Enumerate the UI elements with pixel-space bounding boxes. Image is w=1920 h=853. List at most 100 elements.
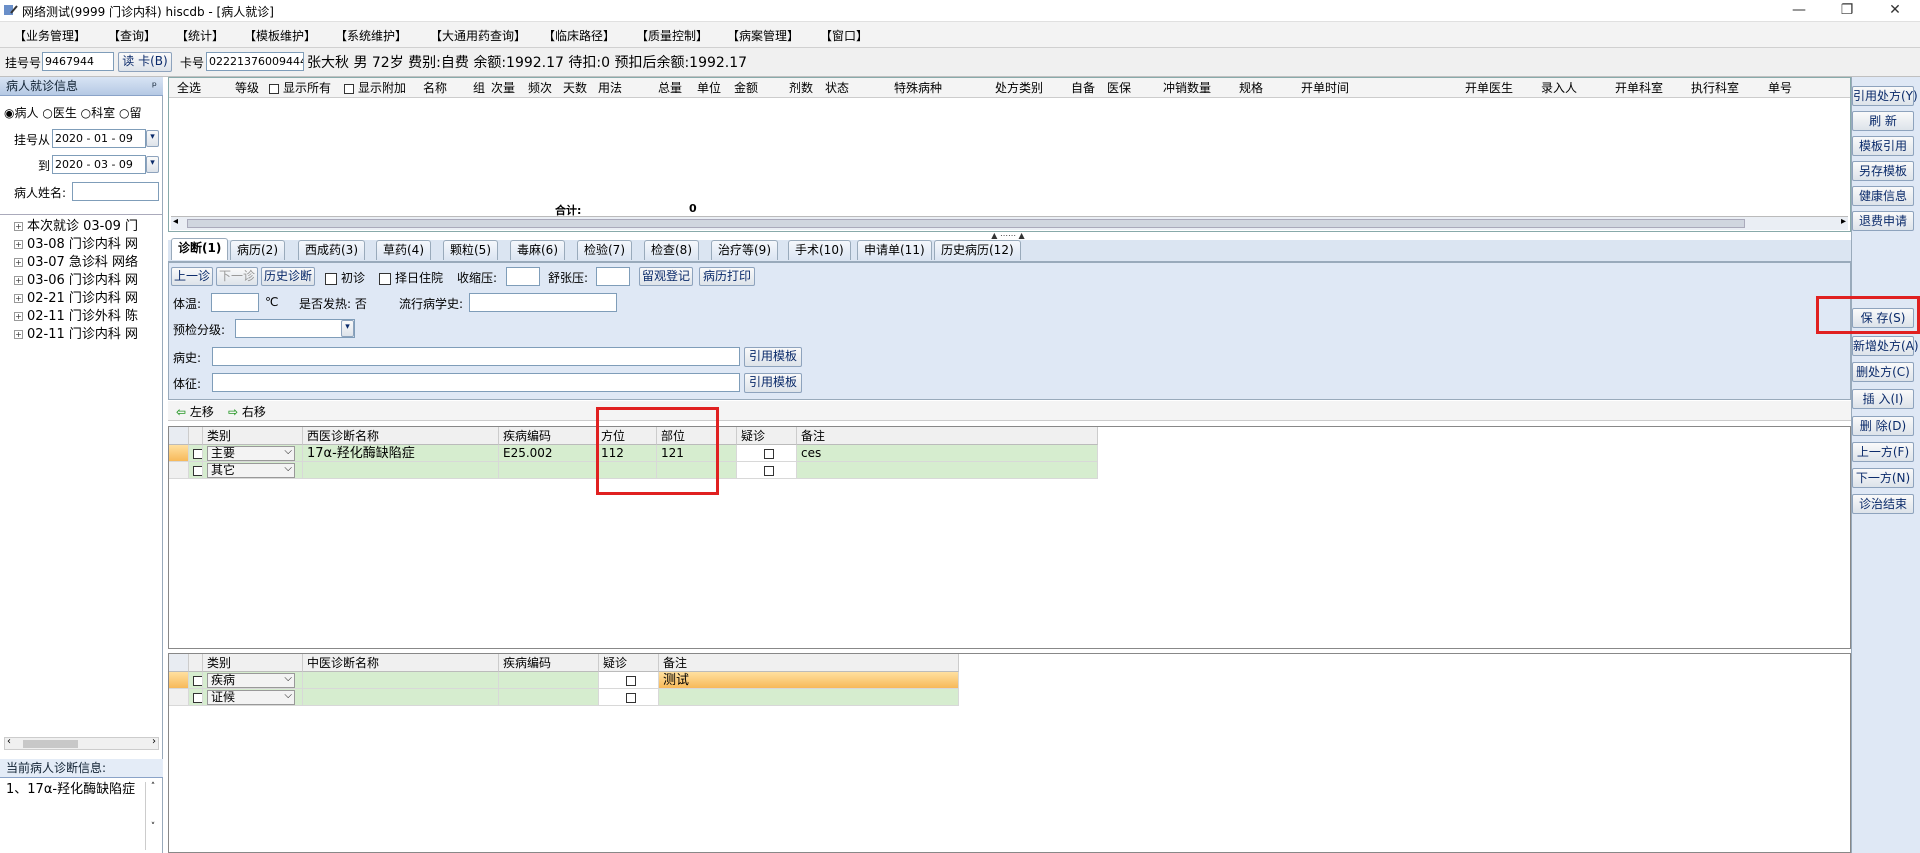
triage-dropdown-icon[interactable]: ▾ [341,320,354,337]
menu-template[interactable]: 【模板维护】 [244,27,316,44]
tab-record[interactable]: 病历(2) [230,240,285,260]
quote-template-button[interactable]: 引用模板 [744,347,802,367]
remark-cell[interactable] [797,462,1098,479]
suspected-checkbox[interactable] [599,689,659,706]
expand-icon[interactable]: + [14,330,23,339]
disease-code-cell[interactable]: E25.002 [499,445,597,462]
systolic-input[interactable] [506,267,540,286]
tab-granules[interactable]: 颗粒(5) [443,240,498,260]
menu-system[interactable]: 【系统维护】 [335,27,407,44]
suspected-checkbox[interactable] [737,445,797,462]
radio-doctor[interactable]: ○医生 [42,106,77,120]
remark-cell[interactable]: 测试 [659,672,959,689]
tab-request[interactable]: 申请单(11) [857,240,932,260]
delete-prescription-button[interactable]: 删处方(C) [1852,362,1914,382]
observe-register-button[interactable]: 留观登记 [639,267,693,286]
tree-item[interactable]: +02-21 门诊内科 网 [14,287,162,306]
tab-treatment[interactable]: 治疗等(9) [711,240,778,260]
disease-code-cell[interactable] [499,462,597,479]
close-icon[interactable]: ✕ [1872,0,1918,22]
expand-icon[interactable]: + [14,258,23,267]
menu-stats[interactable]: 【统计】 [176,27,224,44]
record-print-button[interactable]: 病历打印 [699,267,755,286]
refresh-button[interactable]: 刷 新 [1852,111,1914,131]
next-visit-button[interactable]: 下一诊 [216,267,258,286]
move-right-button[interactable]: ⇨ 右移 [228,403,266,420]
remark-cell[interactable] [659,689,959,706]
tcm-name-cell[interactable] [303,672,499,689]
tab-exam[interactable]: 检查(8) [644,240,699,260]
quote-prescription-button[interactable]: 引用处方(Y) [1852,86,1918,106]
prescription-horizontal-scrollbar[interactable]: ◂ ▸ [171,216,1848,230]
triage-select[interactable] [235,319,355,338]
tab-surgery[interactable]: 手术(10) [788,240,851,260]
disease-code-cell[interactable] [499,672,599,689]
category-select[interactable]: 其它 [203,462,303,479]
health-info-button[interactable]: 健康信息 [1852,186,1914,206]
restore-icon[interactable]: ❐ [1824,0,1870,22]
remark-cell[interactable]: ces [797,445,1098,462]
western-name-cell[interactable]: 17α-羟化酶缺陷症 [303,445,499,462]
menu-clinical-path[interactable]: 【临床路径】 [543,27,615,44]
tree-item[interactable]: +02-11 门诊外科 陈 [14,305,162,324]
next-prescription-button[interactable]: 下一方(N) [1852,468,1914,488]
tree-item[interactable]: +03-08 门诊内科 网 [14,233,162,252]
col-select-all[interactable]: 全选 [177,78,201,98]
expand-icon[interactable]: + [14,294,23,303]
quote-template-button-2[interactable]: 引用模板 [744,373,802,393]
menu-business[interactable]: 【业务管理】 [14,27,86,44]
radio-stay[interactable]: ○留 [119,106,142,120]
reg-from-date[interactable]: 2020 - 01 - 09 [52,129,146,148]
new-prescription-button[interactable]: 新增处方(A) [1852,336,1919,356]
diag-scrollbar[interactable]: ˄ ˅ [145,782,160,850]
show-extra-toggle[interactable]: 显示附加 [344,78,406,98]
suspected-checkbox[interactable] [599,672,659,689]
exam-input[interactable] [212,373,740,392]
category-select[interactable]: 主要 [203,445,303,462]
tree-item[interactable]: + 本次就诊 03-09 门 [14,215,162,234]
expand-icon[interactable]: + [14,222,23,231]
temp-input[interactable] [211,293,259,312]
read-card-button[interactable]: 读 卡(B) [118,52,172,72]
menu-query[interactable]: 【查询】 [108,27,156,44]
reg-to-dropdown-icon[interactable]: ▾ [146,156,159,173]
radio-patient[interactable]: ◉病人 [4,106,39,120]
history-diagnosis-button[interactable]: 历史诊断 [261,267,315,286]
tab-narcotics[interactable]: 毒麻(6) [510,240,565,260]
category-select[interactable]: 证候 [203,689,303,706]
category-select[interactable]: 疾病 [203,672,303,689]
western-name-cell[interactable] [303,462,499,479]
tab-lab[interactable]: 检验(7) [577,240,632,260]
prev-prescription-button[interactable]: 上一方(F) [1852,442,1914,462]
choose-day-checkbox[interactable]: 择日住院 [379,269,443,286]
reg-number-input[interactable]: 9467944 [42,52,114,71]
expand-icon[interactable]: + [14,312,23,321]
disease-code-cell[interactable] [499,689,599,706]
move-left-button[interactable]: ⇦ 左移 [176,403,214,420]
tab-diagnosis[interactable]: 诊断(1) [171,238,229,260]
refund-request-button[interactable]: 退费申请 [1852,211,1914,231]
show-all-toggle[interactable]: 显示所有 [269,78,331,98]
reg-to-date[interactable]: 2020 - 03 - 09 [52,155,146,174]
tab-herbs[interactable]: 草药(4) [376,240,431,260]
tree-item[interactable]: +03-07 急诊科 网络 [14,251,162,270]
patient-name-input[interactable] [72,182,159,201]
minimize-icon[interactable]: — [1776,0,1822,22]
row-checkbox[interactable] [189,445,203,462]
insert-button[interactable]: 插 入(I) [1852,389,1914,409]
prev-visit-button[interactable]: 上一诊 [171,267,213,286]
reg-from-dropdown-icon[interactable]: ▾ [146,130,159,147]
expand-icon[interactable]: + [14,276,23,285]
menu-quality[interactable]: 【质量控制】 [636,27,708,44]
menu-drug-query[interactable]: 【大通用药查询】 [430,27,526,44]
delete-button[interactable]: 删 除(D) [1852,416,1914,436]
menu-records[interactable]: 【病案管理】 [727,27,799,44]
row-checkbox[interactable] [189,689,203,706]
splitter-handle[interactable]: ▲ ⋯⋯ ▲ [978,232,1038,240]
finish-visit-button[interactable]: 诊治结束 [1852,494,1914,514]
left-horizontal-scrollbar[interactable]: ‹ › [4,736,159,750]
tree-item[interactable]: +02-11 门诊内科 网 [14,323,162,342]
tcm-name-cell[interactable] [303,689,499,706]
row-checkbox[interactable] [189,672,203,689]
save-as-template-button[interactable]: 另存模板 [1852,161,1914,181]
